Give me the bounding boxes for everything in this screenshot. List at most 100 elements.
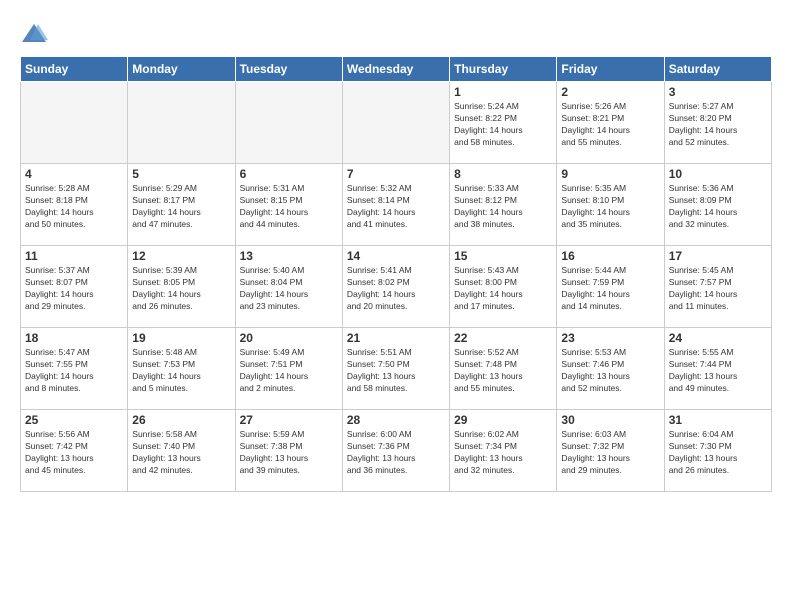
calendar-cell: 26 Sunrise: 5:58 AMSunset: 7:40 PMDayligh… (128, 410, 235, 492)
calendar-cell: 13 Sunrise: 5:40 AMSunset: 8:04 PMDayligh… (235, 246, 342, 328)
weekday-header-thursday: Thursday (450, 57, 557, 82)
calendar-cell: 6Sunrise: 5:31 AMSunset: 8:15 PMDaylight… (235, 164, 342, 246)
day-info: Sunrise: 5:40 AMSunset: 8:04 PMDaylight:… (240, 265, 338, 313)
calendar-cell: 24 Sunrise: 5:55 AMSunset: 7:44 PMDayligh… (664, 328, 771, 410)
calendar-cell: 15 Sunrise: 5:43 AMSunset: 8:00 PMDayligh… (450, 246, 557, 328)
header (20, 16, 772, 48)
calendar-week-row: 11 Sunrise: 5:37 AMSunset: 8:07 PMDayligh… (21, 246, 772, 328)
calendar-cell: 7 Sunrise: 5:32 AMSunset: 8:14 PMDaylight… (342, 164, 449, 246)
day-number: 6 (240, 167, 338, 181)
day-number: 10 (669, 167, 767, 181)
logo-icon (20, 20, 48, 48)
calendar-cell: 2Sunrise: 5:26 AMSunset: 8:21 PMDaylight… (557, 82, 664, 164)
day-info: Sunrise: 5:29 AMSunset: 8:17 PMDaylight:… (132, 183, 230, 231)
calendar-cell: 25 Sunrise: 5:56 AMSunset: 7:42 PMDayligh… (21, 410, 128, 492)
calendar-cell: 1 Sunrise: 5:24 AMSunset: 8:22 PMDaylight… (450, 82, 557, 164)
weekday-header-sunday: Sunday (21, 57, 128, 82)
day-info: Sunrise: 5:37 AMSunset: 8:07 PMDaylight:… (25, 265, 123, 313)
logo (20, 20, 52, 48)
calendar-cell: 4Sunrise: 5:28 AMSunset: 8:18 PMDaylight… (21, 164, 128, 246)
day-info: Sunrise: 6:00 AMSunset: 7:36 PMDaylight:… (347, 429, 445, 477)
day-info: Sunrise: 5:39 AMSunset: 8:05 PMDaylight:… (132, 265, 230, 313)
weekday-header-tuesday: Tuesday (235, 57, 342, 82)
day-info: Sunrise: 5:45 AMSunset: 7:57 PMDaylight:… (669, 265, 767, 313)
calendar-week-row: 25 Sunrise: 5:56 AMSunset: 7:42 PMDayligh… (21, 410, 772, 492)
day-number: 24 (669, 331, 767, 345)
day-number: 18 (25, 331, 123, 345)
day-number: 11 (25, 249, 123, 263)
calendar-cell: 21 Sunrise: 5:51 AMSunset: 7:50 PMDayligh… (342, 328, 449, 410)
day-info: Sunrise: 5:55 AMSunset: 7:44 PMDaylight:… (669, 347, 767, 395)
day-info: Sunrise: 5:26 AMSunset: 8:21 PMDaylight:… (561, 101, 659, 149)
day-info: Sunrise: 6:02 AMSunset: 7:34 PMDaylight:… (454, 429, 552, 477)
calendar-cell: 27Sunrise: 5:59 AMSunset: 7:38 PMDayligh… (235, 410, 342, 492)
day-number: 5 (132, 167, 230, 181)
calendar-week-row: 1 Sunrise: 5:24 AMSunset: 8:22 PMDaylight… (21, 82, 772, 164)
day-number: 13 (240, 249, 338, 263)
day-info: Sunrise: 5:44 AMSunset: 7:59 PMDaylight:… (561, 265, 659, 313)
calendar-cell: 11 Sunrise: 5:37 AMSunset: 8:07 PMDayligh… (21, 246, 128, 328)
calendar-cell: 17 Sunrise: 5:45 AMSunset: 7:57 PMDayligh… (664, 246, 771, 328)
day-info: Sunrise: 5:51 AMSunset: 7:50 PMDaylight:… (347, 347, 445, 395)
day-number: 29 (454, 413, 552, 427)
calendar-cell: 20Sunrise: 5:49 AMSunset: 7:51 PMDayligh… (235, 328, 342, 410)
day-info: Sunrise: 5:33 AMSunset: 8:12 PMDaylight:… (454, 183, 552, 231)
day-info: Sunrise: 6:03 AMSunset: 7:32 PMDaylight:… (561, 429, 659, 477)
calendar-cell: 31 Sunrise: 6:04 AMSunset: 7:30 PMDayligh… (664, 410, 771, 492)
day-info: Sunrise: 5:58 AMSunset: 7:40 PMDaylight:… (132, 429, 230, 477)
day-number: 26 (132, 413, 230, 427)
day-number: 23 (561, 331, 659, 345)
calendar-cell (21, 82, 128, 164)
weekday-header-saturday: Saturday (664, 57, 771, 82)
calendar-cell (128, 82, 235, 164)
weekday-header-wednesday: Wednesday (342, 57, 449, 82)
calendar-cell: 5 Sunrise: 5:29 AMSunset: 8:17 PMDaylight… (128, 164, 235, 246)
calendar-cell: 8 Sunrise: 5:33 AMSunset: 8:12 PMDaylight… (450, 164, 557, 246)
calendar-cell: 23 Sunrise: 5:53 AMSunset: 7:46 PMDayligh… (557, 328, 664, 410)
day-number: 21 (347, 331, 445, 345)
calendar-cell (342, 82, 449, 164)
day-number: 20 (240, 331, 338, 345)
day-number: 31 (669, 413, 767, 427)
day-number: 1 (454, 85, 552, 99)
weekday-header-monday: Monday (128, 57, 235, 82)
calendar-cell: 30 Sunrise: 6:03 AMSunset: 7:32 PMDayligh… (557, 410, 664, 492)
day-number: 14 (347, 249, 445, 263)
calendar-cell: 29 Sunrise: 6:02 AMSunset: 7:34 PMDayligh… (450, 410, 557, 492)
day-info: Sunrise: 5:24 AMSunset: 8:22 PMDaylight:… (454, 101, 552, 149)
day-info: Sunrise: 5:35 AMSunset: 8:10 PMDaylight:… (561, 183, 659, 231)
day-info: Sunrise: 5:36 AMSunset: 8:09 PMDaylight:… (669, 183, 767, 231)
day-number: 17 (669, 249, 767, 263)
day-number: 15 (454, 249, 552, 263)
calendar-cell (235, 82, 342, 164)
calendar-cell: 14Sunrise: 5:41 AMSunset: 8:02 PMDayligh… (342, 246, 449, 328)
day-info: Sunrise: 5:27 AMSunset: 8:20 PMDaylight:… (669, 101, 767, 149)
calendar-week-row: 4Sunrise: 5:28 AMSunset: 8:18 PMDaylight… (21, 164, 772, 246)
day-info: Sunrise: 6:04 AMSunset: 7:30 PMDaylight:… (669, 429, 767, 477)
day-info: Sunrise: 5:43 AMSunset: 8:00 PMDaylight:… (454, 265, 552, 313)
calendar-cell: 3Sunrise: 5:27 AMSunset: 8:20 PMDaylight… (664, 82, 771, 164)
calendar-table: SundayMondayTuesdayWednesdayThursdayFrid… (20, 56, 772, 492)
day-info: Sunrise: 5:56 AMSunset: 7:42 PMDaylight:… (25, 429, 123, 477)
page-container: SundayMondayTuesdayWednesdayThursdayFrid… (0, 0, 792, 502)
day-number: 28 (347, 413, 445, 427)
calendar-week-row: 18 Sunrise: 5:47 AMSunset: 7:55 PMDayligh… (21, 328, 772, 410)
day-number: 30 (561, 413, 659, 427)
day-number: 7 (347, 167, 445, 181)
calendar-cell: 16Sunrise: 5:44 AMSunset: 7:59 PMDayligh… (557, 246, 664, 328)
day-info: Sunrise: 5:47 AMSunset: 7:55 PMDaylight:… (25, 347, 123, 395)
day-number: 8 (454, 167, 552, 181)
day-info: Sunrise: 5:48 AMSunset: 7:53 PMDaylight:… (132, 347, 230, 395)
day-number: 27 (240, 413, 338, 427)
day-info: Sunrise: 5:32 AMSunset: 8:14 PMDaylight:… (347, 183, 445, 231)
day-number: 25 (25, 413, 123, 427)
day-info: Sunrise: 5:28 AMSunset: 8:18 PMDaylight:… (25, 183, 123, 231)
day-number: 19 (132, 331, 230, 345)
calendar-cell: 10 Sunrise: 5:36 AMSunset: 8:09 PMDayligh… (664, 164, 771, 246)
calendar-header-row: SundayMondayTuesdayWednesdayThursdayFrid… (21, 57, 772, 82)
calendar-cell: 18 Sunrise: 5:47 AMSunset: 7:55 PMDayligh… (21, 328, 128, 410)
day-number: 9 (561, 167, 659, 181)
calendar-cell: 22Sunrise: 5:52 AMSunset: 7:48 PMDayligh… (450, 328, 557, 410)
calendar-cell: 28 Sunrise: 6:00 AMSunset: 7:36 PMDayligh… (342, 410, 449, 492)
day-info: Sunrise: 5:53 AMSunset: 7:46 PMDaylight:… (561, 347, 659, 395)
